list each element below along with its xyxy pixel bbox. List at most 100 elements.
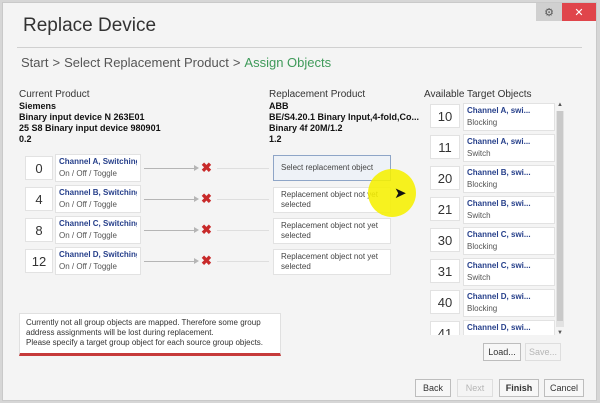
target-object-type: Switch <box>467 211 491 220</box>
load-button[interactable]: Load... <box>483 343 521 361</box>
source-object-type: On / Off / Toggle <box>59 231 117 240</box>
source-object-row[interactable]: 12 Channel D, Switching On / Off / Toggl… <box>21 247 141 275</box>
breadcrumb-assign-objects: Assign Objects <box>244 55 332 70</box>
target-object-type: Blocking <box>467 180 498 189</box>
back-button[interactable]: Back <box>415 379 451 397</box>
target-object-number: 20 <box>430 166 460 190</box>
close-icon[interactable]: ✕ <box>562 3 596 21</box>
mapping-line <box>217 168 269 169</box>
source-object-type: On / Off / Toggle <box>59 200 117 209</box>
current-product-line1: Binary input device N 263E01 <box>19 112 145 122</box>
replacement-product-version: 1.2 <box>269 134 282 144</box>
source-object-row[interactable]: 0 Channel A, Switching On / Off / Toggle <box>21 154 141 182</box>
target-object-name: Channel B, swi... <box>467 199 531 208</box>
window-controls: ⚙ ✕ <box>536 3 596 21</box>
breadcrumb-start[interactable]: Start <box>21 55 48 70</box>
target-object[interactable]: Channel A, swi... Blocking <box>463 103 555 131</box>
target-object-type: Blocking <box>467 118 498 127</box>
mouse-cursor-icon: ➤ <box>394 185 407 202</box>
replacement-product-line1: BE/S4.20.1 Binary Input,4-fold,Co... <box>269 112 420 122</box>
target-object-type: Switch <box>467 149 491 158</box>
target-object[interactable]: Channel A, swi... Switch <box>463 134 555 162</box>
source-object[interactable]: Channel A, Switching On / Off / Toggle <box>55 154 141 182</box>
target-object-item[interactable]: 40 Channel D, swi... Blocking <box>430 289 555 317</box>
target-object-number: 41 <box>430 321 460 335</box>
mapping-line <box>217 230 269 231</box>
source-object-number: 12 <box>25 249 53 273</box>
replacement-object-slot[interactable]: Replacement object not yet selected <box>273 249 391 275</box>
replace-device-dialog: Replace Device ⚙ ✕ Start > Select Replac… <box>2 2 597 401</box>
replacement-product-heading: Replacement Product <box>269 89 366 100</box>
current-product-line2: 25 S8 Binary input device 980901 <box>19 123 161 133</box>
dialog-title: Replace Device <box>23 15 157 36</box>
breadcrumb: Start > Select Replacement Product > Ass… <box>21 55 331 70</box>
target-object-number: 30 <box>430 228 460 252</box>
available-targets-scrollbar[interactable]: ▲ ▼ <box>556 102 564 336</box>
target-object[interactable]: Channel B, swi... Switch <box>463 196 555 224</box>
warning-line2: address assignments will be lost during … <box>26 328 214 337</box>
mapping-arrow <box>144 165 199 171</box>
target-object-number: 21 <box>430 197 460 221</box>
source-object-number: 4 <box>25 187 53 211</box>
target-object-item[interactable]: 10 Channel A, swi... Blocking <box>430 103 555 131</box>
source-object[interactable]: Channel D, Switching On / Off / Toggle <box>55 247 141 275</box>
available-targets-list[interactable]: 10 Channel A, swi... Blocking 11 Channel… <box>430 103 555 335</box>
scrollbar-thumb[interactable] <box>557 111 563 321</box>
breadcrumb-select-product[interactable]: Select Replacement Product <box>64 55 229 70</box>
mapping-warning-box: Currently not all group objects are mapp… <box>19 313 281 356</box>
source-object[interactable]: Channel C, Switching On / Off / Toggle <box>55 216 141 244</box>
target-object-type: Blocking <box>467 304 498 313</box>
source-object-name: Channel C, Switching <box>59 219 137 228</box>
finish-button[interactable]: Finish <box>499 379 539 397</box>
mapping-arrow <box>144 258 199 264</box>
mapping-line <box>217 199 269 200</box>
replacement-product-info: ABB BE/S4.20.1 Binary Input,4-fold,Co...… <box>269 101 419 145</box>
target-object-item[interactable]: 11 Channel A, swi... Switch <box>430 134 555 162</box>
mapping-line <box>217 261 269 262</box>
target-object-number: 11 <box>430 135 460 159</box>
target-object-item[interactable]: 31 Channel C, swi... Switch <box>430 258 555 286</box>
source-object-type: On / Off / Toggle <box>59 169 117 178</box>
source-object-number: 0 <box>25 156 53 180</box>
target-object[interactable]: Channel D, swi... Switch <box>463 320 555 335</box>
target-object-type: Switch <box>467 273 491 282</box>
source-object-name: Channel A, Switching <box>59 157 137 166</box>
target-object[interactable]: Channel D, swi... Blocking <box>463 289 555 317</box>
mapping-arrow <box>144 196 199 202</box>
target-object-item[interactable]: 41 Channel D, swi... Switch <box>430 320 555 335</box>
replacement-product-line2: Binary 4f 20M/1.2 <box>269 123 343 133</box>
target-object[interactable]: Channel B, swi... Blocking <box>463 165 555 193</box>
target-object-item[interactable]: 20 Channel B, swi... Blocking <box>430 165 555 193</box>
current-manufacturer: Siemens <box>19 101 57 111</box>
source-object-name: Channel B, Switching <box>59 188 137 197</box>
save-button[interactable]: Save... <box>525 343 561 361</box>
next-button[interactable]: Next <box>457 379 493 397</box>
available-targets-heading: Available Target Objects <box>424 89 532 100</box>
source-object-number: 8 <box>25 218 53 242</box>
gear-icon[interactable]: ⚙ <box>536 3 562 21</box>
cancel-button[interactable]: Cancel <box>544 379 584 397</box>
target-object[interactable]: Channel C, swi... Switch <box>463 258 555 286</box>
unmapped-x-icon: ✖ <box>201 253 212 268</box>
warning-line1: Currently not all group objects are mapp… <box>26 318 261 327</box>
current-product-info: Siemens Binary input device N 263E01 25 … <box>19 101 161 145</box>
current-product-heading: Current Product <box>19 89 90 100</box>
source-object[interactable]: Channel B, Switching On / Off / Toggle <box>55 185 141 213</box>
replacement-object-slot[interactable]: Replacement object not yet selected <box>273 218 391 244</box>
target-object-name: Channel A, swi... <box>467 137 531 146</box>
target-object-item[interactable]: 21 Channel B, swi... Switch <box>430 196 555 224</box>
target-object-name: Channel A, swi... <box>467 106 531 115</box>
source-object-row[interactable]: 8 Channel C, Switching On / Off / Toggle <box>21 216 141 244</box>
scroll-up-icon[interactable]: ▲ <box>556 102 564 108</box>
target-object-name: Channel C, swi... <box>467 261 531 270</box>
scroll-down-icon[interactable]: ▼ <box>556 330 564 336</box>
source-object-row[interactable]: 4 Channel B, Switching On / Off / Toggle <box>21 185 141 213</box>
target-object-item[interactable]: 30 Channel C, swi... Blocking <box>430 227 555 255</box>
target-object[interactable]: Channel C, swi... Blocking <box>463 227 555 255</box>
breadcrumb-separator: > <box>232 55 241 70</box>
source-object-type: On / Off / Toggle <box>59 262 117 271</box>
warning-line3: Please specify a target group object for… <box>26 338 264 347</box>
mapping-arrow <box>144 227 199 233</box>
title-divider <box>17 47 582 48</box>
target-object-name: Channel D, swi... <box>467 323 531 332</box>
